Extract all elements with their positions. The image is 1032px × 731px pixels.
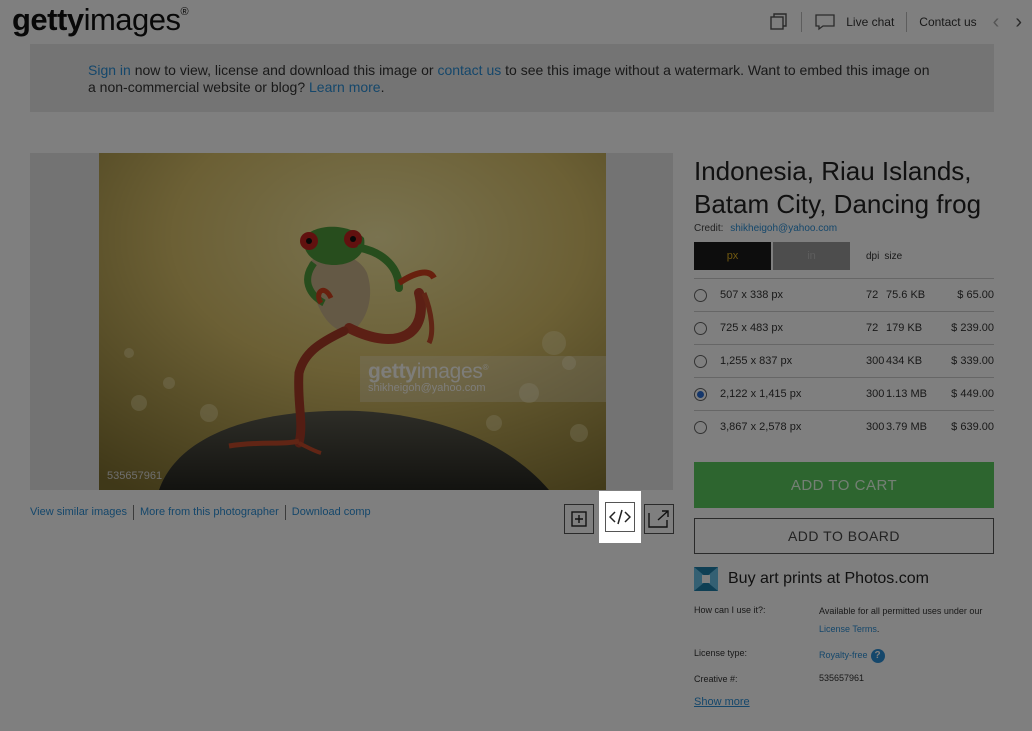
- image-id: 535657961: [107, 470, 163, 482]
- view-similar-link[interactable]: View similar images: [30, 505, 134, 520]
- size-option-row[interactable]: 725 x 483 px 72 179 KB $ 239.00: [694, 311, 994, 344]
- license-type-label: License type:: [694, 648, 748, 658]
- more-from-photographer-link[interactable]: More from this photographer: [134, 505, 286, 520]
- live-chat-link[interactable]: Live chat: [846, 15, 894, 29]
- embed-button[interactable]: [605, 502, 635, 532]
- buy-prints-link[interactable]: Buy art prints at Photos.com: [694, 567, 929, 591]
- size-price: $ 449.00: [951, 388, 994, 400]
- getty-images-logo[interactable]: gettyimages®: [12, 2, 189, 38]
- banner-text: .: [380, 79, 385, 95]
- frog-photo[interactable]: [99, 153, 606, 490]
- size-radio[interactable]: [694, 355, 707, 368]
- header-actions: Live chat Contact us ‹ ›: [769, 10, 1022, 34]
- watermark: gettyimages® shikheigoh@yahoo.com: [360, 356, 606, 402]
- credit-link[interactable]: shikheigoh@yahoo.com: [730, 223, 837, 234]
- chat-bubble-icon[interactable]: [814, 13, 836, 31]
- dpi-header: dpi: [866, 250, 880, 262]
- size-option-row[interactable]: 507 x 338 px 72 75.6 KB $ 65.00: [694, 278, 994, 311]
- chevron-left-icon[interactable]: ‹: [993, 12, 1000, 32]
- size-radio[interactable]: [694, 322, 707, 335]
- size-price: $ 639.00: [951, 421, 994, 433]
- size-option-row[interactable]: 3,867 x 2,578 px 300 3.79 MB $ 639.00: [694, 410, 994, 443]
- size-dpi: 72: [866, 289, 879, 301]
- size-price: $ 339.00: [951, 355, 994, 367]
- share-button[interactable]: [644, 504, 674, 534]
- chevron-right-icon[interactable]: ›: [1015, 12, 1022, 32]
- use-label: How can I use it?:: [694, 605, 766, 615]
- add-to-board-text-button[interactable]: ADD TO BOARD: [694, 518, 994, 554]
- size-filesize: 179 KB: [886, 322, 923, 334]
- size-dimensions: 725 x 483 px: [720, 322, 783, 334]
- banner-text: now to view, license and download this i…: [130, 62, 438, 78]
- add-to-cart-button[interactable]: ADD TO CART: [694, 462, 994, 508]
- size-filesize: 3.79 MB: [886, 421, 927, 433]
- watermark-credit: shikheigoh@yahoo.com: [368, 382, 486, 394]
- size-filesize: 1.13 MB: [886, 388, 927, 400]
- lightbox-icon[interactable]: [769, 12, 789, 32]
- help-icon[interactable]: ?: [870, 648, 885, 663]
- size-option-row[interactable]: 2,122 x 1,415 px 300 1.13 MB $ 449.00: [694, 377, 994, 410]
- size-filesize: 75.6 KB: [886, 289, 926, 301]
- size-price: $ 65.00: [957, 289, 994, 301]
- size-dpi: 300: [866, 388, 885, 400]
- photos-com-icon: [694, 567, 718, 591]
- contact-us-banner-link[interactable]: contact us: [437, 62, 501, 78]
- size-dpi: 300: [866, 421, 885, 433]
- divider: [801, 12, 803, 32]
- embed-code-icon: [609, 509, 631, 525]
- size-filesize: 434 KB: [886, 355, 923, 367]
- sign-in-banner: Sign in now to view, license and downloa…: [30, 44, 994, 112]
- sign-in-link[interactable]: Sign in: [88, 62, 131, 78]
- royalty-free-link[interactable]: Royalty-free: [819, 650, 868, 660]
- size-dpi: 300: [866, 355, 885, 367]
- size-option-row[interactable]: 1,255 x 837 px 300 434 KB $ 339.00: [694, 344, 994, 377]
- unit-px-tab[interactable]: px: [694, 242, 771, 270]
- show-more-link[interactable]: Show more: [694, 696, 750, 708]
- license-terms-link[interactable]: License Terms: [819, 624, 877, 634]
- image-links: View similar images More from this photo…: [30, 505, 377, 520]
- contact-us-link[interactable]: Contact us: [919, 15, 976, 29]
- header: gettyimages® Live chat Contact us ‹ ›: [0, 0, 1032, 44]
- creative-value: 535657961: [819, 673, 865, 683]
- size-options: 507 x 338 px 72 75.6 KB $ 65.00 725 x 483 px…: [694, 278, 994, 443]
- size-radio[interactable]: [694, 289, 707, 302]
- size-radio[interactable]: [694, 421, 707, 434]
- share-icon: [648, 510, 669, 528]
- size-header: size: [884, 250, 903, 262]
- license-type-value: Royalty-free?: [819, 646, 999, 664]
- creative-label: Creative #:: [694, 674, 738, 684]
- add-to-board-button[interactable]: [564, 504, 594, 534]
- size-radio[interactable]: [694, 388, 707, 401]
- learn-more-link[interactable]: Learn more: [309, 79, 381, 95]
- download-comp-link[interactable]: Download comp: [286, 505, 377, 520]
- unit-in-tab[interactable]: in: [773, 242, 850, 270]
- add-to-board-icon: [571, 511, 587, 527]
- image-title: Indonesia, Riau Islands, Batam City, Dan…: [694, 156, 982, 219]
- size-dpi: 72: [866, 322, 879, 334]
- size-price: $ 239.00: [951, 322, 994, 334]
- credit: Credit: shikheigoh@yahoo.com: [694, 223, 838, 234]
- divider: [906, 12, 908, 32]
- unit-toggle: px in dpi size: [694, 242, 994, 270]
- watermark-logo: gettyimages®: [368, 360, 489, 383]
- size-dimensions: 1,255 x 837 px: [720, 355, 793, 367]
- use-value: Available for all permitted uses under o…: [819, 606, 983, 634]
- embed-highlight: [599, 491, 641, 543]
- size-dimensions: 3,867 x 2,578 px: [720, 421, 802, 433]
- size-dimensions: 507 x 338 px: [720, 289, 783, 301]
- size-dimensions: 2,122 x 1,415 px: [720, 388, 802, 400]
